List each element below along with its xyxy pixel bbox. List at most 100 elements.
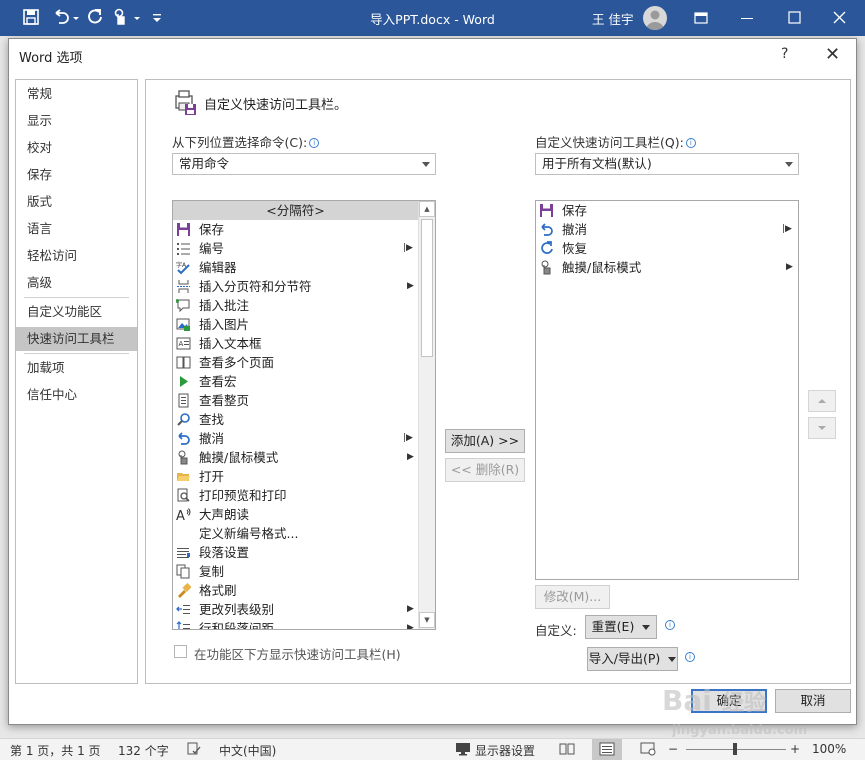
list-item-label: 撤消 [199,431,225,446]
nav-item-general[interactable]: 常规 [16,82,137,106]
commands-list[interactable]: <分隔符> 保存 编号 |▶ 字A 编辑器 插入分页符和分节符 ▶ 插入批注 插… [172,200,436,630]
list-item[interactable]: 触摸/鼠标模式 ▶ [536,258,798,277]
list-item[interactable]: 撤消 |▶ [536,220,798,239]
user-name[interactable]: 王 佳宇 [592,9,633,28]
list-item[interactable]: 编号 |▶ [173,239,418,258]
zoom-in-button[interactable]: + [790,742,800,756]
import-export-label: 导入/导出(P) [588,651,661,666]
read-mode-icon[interactable] [559,742,575,759]
list-item-label: 插入文本框 [199,336,262,351]
svg-text:A: A [179,340,184,348]
list-item[interactable]: 保存 [536,201,798,220]
nav-item-customize-ribbon[interactable]: 自定义功能区 [16,300,137,324]
list-item[interactable]: 查看整页 [173,391,418,410]
list-item[interactable]: 查找 [173,410,418,429]
proofing-icon[interactable] [187,742,201,759]
nav-item-accessibility[interactable]: 轻松访问 [16,244,137,268]
list-item[interactable]: 保存 [173,220,418,239]
list-item[interactable]: 查看宏 [173,372,418,391]
import-export-button[interactable]: 导入/导出(P) [587,647,678,671]
nav-item-proofing[interactable]: 校对 [16,136,137,160]
numbering-icon [176,241,191,256]
qat-list[interactable]: 保存 撤消 |▶ 恢复 触摸/鼠标模式 ▶ [535,200,799,580]
web-layout-icon[interactable] [640,742,656,759]
help-button[interactable]: ? [781,46,788,62]
list-item[interactable]: 打印预览和打印 [173,486,418,505]
display-settings-icon[interactable] [455,742,473,759]
list-item[interactable]: 定义新编号格式... [173,524,418,543]
reset-button[interactable]: 重置(E) [585,615,657,639]
list-item[interactable]: 恢复 [536,239,798,258]
cancel-button[interactable]: 取消 [775,689,851,713]
dialog-close-button[interactable]: ✕ [825,44,840,65]
nav-divider [24,353,129,354]
language-status[interactable]: 中文(中国) [219,742,276,759]
list-item[interactable]: 撤消 |▶ [173,429,418,448]
save-icon [176,222,191,237]
list-item[interactable]: 格式刷 [173,581,418,600]
scroll-up-icon[interactable]: ▲ [419,201,435,217]
list-item[interactable]: 打开 [173,467,418,486]
nav-item-save[interactable]: 保存 [16,163,137,187]
customize-qat-select[interactable]: 用于所有文档(默认) [535,153,799,175]
zoom-level[interactable]: 100% [812,742,846,756]
scroll-thumb[interactable] [421,219,433,357]
list-item[interactable]: 复制 [173,562,418,581]
list-item[interactable]: 更改列表级别 ▶ [173,600,418,619]
list-item[interactable]: 段落设置 [173,543,418,562]
nav-item-trust-center[interactable]: 信任中心 [16,383,137,407]
reset-button-label: 重置(E) [591,619,635,634]
move-up-button[interactable] [808,390,836,412]
list-item[interactable]: 行和段落间距 ▶ [173,619,418,629]
list-item[interactable]: 插入图片 [173,315,418,334]
submenu-arrow-icon: ▶ [407,452,414,462]
window-close-icon[interactable] [827,6,851,30]
maximize-icon[interactable] [782,6,806,30]
picture-icon [176,317,191,332]
ok-button[interactable]: 确定 [691,689,767,713]
move-down-button[interactable] [808,417,836,439]
list-level-icon [176,602,191,617]
modify-button[interactable]: 修改(M)... [535,585,610,609]
scroll-down-icon[interactable]: ▼ [419,612,435,628]
word-count[interactable]: 132 个字 [118,742,169,759]
list-item[interactable]: 触摸/鼠标模式 ▶ [173,448,418,467]
nav-item-display[interactable]: 显示 [16,109,137,133]
print-layout-icon[interactable] [592,739,622,760]
page-count[interactable]: 第 1 页，共 1 页 [10,742,101,759]
format-painter-icon [176,582,192,598]
nav-item-quick-access-toolbar[interactable]: 快速访问工具栏 [16,327,137,351]
chevron-down-icon [785,162,793,167]
list-item-label: 恢复 [562,241,588,256]
add-button[interactable]: 添加(A) >> [445,429,525,453]
avatar[interactable] [643,6,667,30]
nav-item-advanced[interactable]: 高级 [16,271,137,295]
zoom-slider-thumb[interactable] [733,743,737,755]
show-below-ribbon-checkbox[interactable] [174,645,187,658]
list-item[interactable]: A 插入文本框 [173,334,418,353]
choose-commands-select[interactable]: 常用命令 [172,153,436,175]
nav-item-language[interactable]: 语言 [16,217,137,241]
list-item[interactable]: A 大声朗读 [173,505,418,524]
info-icon: i [685,138,696,148]
list-item[interactable]: 字A 编辑器 [173,258,418,277]
page-break-icon [176,279,191,294]
info-icon: i [685,652,695,662]
list-item-label: 撤消 [562,222,588,237]
nav-item-add-ins[interactable]: 加载项 [16,356,137,380]
remove-button[interactable]: << 删除(R) [445,458,525,482]
nav-item-layout[interactable]: 版式 [16,190,137,214]
zoom-out-button[interactable]: − [668,742,678,756]
list-item[interactable]: <分隔符> [173,201,418,220]
display-settings-label[interactable]: 显示器设置 [475,742,535,759]
list-item[interactable]: 查看多个页面 [173,353,418,372]
choose-commands-label: 从下列位置选择命令(C): i [172,132,320,151]
arrow-up-icon [818,399,826,403]
undo-icon [539,222,554,237]
show-below-ribbon-label: 在功能区下方显示快速访问工具栏(H) [194,647,401,662]
list-item[interactable]: 插入批注 [173,296,418,315]
commands-scrollbar[interactable]: ▲ ▼ [418,201,435,629]
minimize-icon[interactable] [735,6,759,30]
list-item[interactable]: 插入分页符和分节符 ▶ [173,277,418,296]
ribbon-display-icon[interactable] [689,6,713,30]
